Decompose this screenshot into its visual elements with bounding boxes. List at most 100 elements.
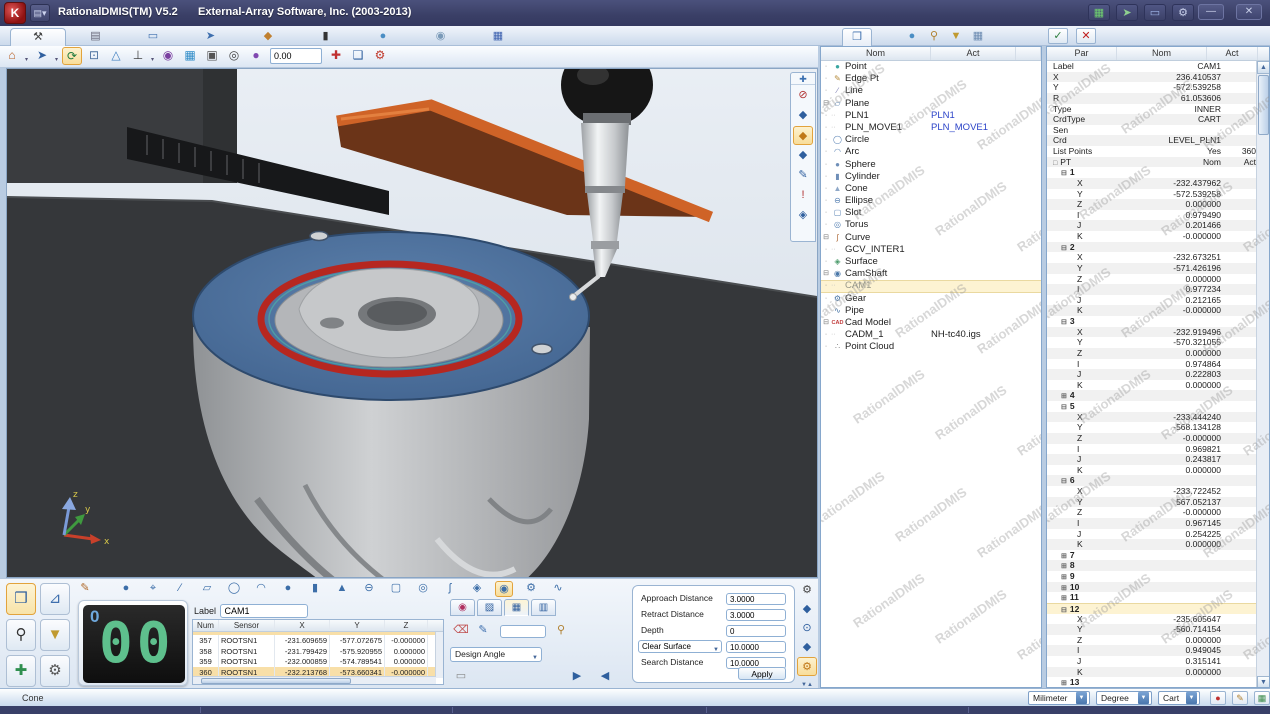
scroll-down-icon[interactable]: ▼ <box>1257 676 1270 688</box>
export-grid-icon[interactable]: ▦ <box>968 28 988 46</box>
pt-group-10[interactable]: ⊞10 <box>1047 582 1258 593</box>
offset-input[interactable] <box>270 48 322 64</box>
tree-item-ellipse[interactable]: ·⊖Ellipse <box>821 195 1041 207</box>
prop-row-j[interactable]: J0.254225 <box>1047 529 1258 540</box>
pipe-feature-icon[interactable]: ∿ <box>549 581 567 597</box>
tree-item-cadm-1[interactable]: ···CADM_1NH-tc40.igs <box>821 329 1041 341</box>
sensor-col-z[interactable]: Z <box>385 620 428 631</box>
pt-group-7[interactable]: ⊞7 <box>1047 550 1258 561</box>
sensor-col-x[interactable]: X <box>275 620 330 631</box>
point-feature-icon[interactable]: ● <box>117 581 135 597</box>
status-color-icon[interactable]: ▦ <box>1254 691 1270 705</box>
tab-sphere[interactable]: ● <box>355 28 411 46</box>
probe-down-icon[interactable]: ◆ <box>797 600 817 619</box>
sensor-hscroll-thumb[interactable] <box>201 678 351 684</box>
prop-row-x[interactable]: X-235.605647 <box>1047 614 1258 625</box>
depth-input[interactable] <box>726 625 786 637</box>
level-tool-button[interactable]: ⊿ <box>40 583 70 615</box>
shield-icon[interactable]: ▼ <box>946 28 966 46</box>
status-ball-icon[interactable]: ● <box>1210 691 1226 705</box>
prop-row-j[interactable]: J0.243817 <box>1047 454 1258 465</box>
sphere-feature-icon[interactable]: ● <box>279 581 297 597</box>
prop-row-k[interactable]: K-0.000000 <box>1047 305 1258 316</box>
apply-button[interactable]: Apply <box>738 667 786 680</box>
camshaft-feature-icon[interactable]: ◉ <box>495 581 513 597</box>
pick-box-icon[interactable]: ❑ <box>348 47 368 65</box>
tree-item-pln-move1[interactable]: ···PLN_MOVE1PLN_MOVE1 <box>821 122 1041 134</box>
tree-item-gcv-inter1[interactable]: ···GCV_INTER1 <box>821 244 1041 256</box>
expand-icon[interactable]: ⊞ <box>1061 393 1067 400</box>
measure-mode-button[interactable]: ❒ <box>6 583 36 615</box>
probe-y-icon[interactable]: ⚲ <box>924 28 944 46</box>
tab-machine[interactable]: ⚒ <box>10 28 66 46</box>
zoom-window-icon[interactable]: ⊡ <box>84 47 104 65</box>
expand-icon[interactable]: ⊞ <box>1061 563 1067 570</box>
clear-surface-input[interactable] <box>726 641 786 653</box>
edit-grid-icon[interactable]: ✎ <box>474 623 492 639</box>
tree-item-line[interactable]: ·∕Line <box>821 85 1041 97</box>
collapse-icon[interactable]: ⊟ <box>1061 245 1067 252</box>
circle-feature-icon[interactable]: ◯ <box>225 581 243 597</box>
close-button[interactable]: ✕ <box>1236 4 1262 20</box>
eraser-icon[interactable]: ⌫ <box>452 623 470 639</box>
tree-item-circle[interactable]: ·◯Circle <box>821 134 1041 146</box>
pt-group-11[interactable]: ⊞11 <box>1047 592 1258 603</box>
tab-disc[interactable]: ◉ <box>413 28 469 46</box>
expand-icon[interactable]: ⊞ <box>1061 574 1067 581</box>
tree-item-surface[interactable]: ·◈Surface <box>821 256 1041 268</box>
sensor-hscrollbar[interactable] <box>193 676 436 684</box>
prop-row-j[interactable]: J0.201466 <box>1047 220 1258 231</box>
view-eye-icon[interactable]: ◉ <box>158 47 178 65</box>
surface-feature-icon[interactable]: ◈ <box>468 581 486 597</box>
render-mode-icon[interactable]: ▦ <box>180 47 200 65</box>
tree-item-cad-model[interactable]: ⊟CADCad Model <box>821 317 1041 329</box>
pt-group-9[interactable]: ⊞9 <box>1047 571 1258 582</box>
crosshair-icon[interactable]: ✚ <box>326 47 346 65</box>
pt-group-1[interactable]: ⊟1 <box>1047 167 1258 178</box>
scroll-up-icon[interactable]: ▲ <box>1257 61 1270 74</box>
menu-icon[interactable]: ▤▾ <box>30 4 50 22</box>
gear-feature-icon[interactable]: ⚙ <box>522 581 540 597</box>
play-left-icon[interactable]: ◀ <box>596 669 614 685</box>
tree-item-torus[interactable]: ·◎Torus <box>821 219 1041 231</box>
tree-item-pln1[interactable]: ···PLN1PLN1 <box>821 110 1041 122</box>
viewport-3d[interactable]: x y z <box>6 68 818 578</box>
line-feature-icon[interactable]: ∕ <box>171 581 189 597</box>
checkbox-icon[interactable]: □ <box>1053 160 1057 167</box>
collapse-icon[interactable]: ⊟ <box>1061 170 1067 177</box>
tree-item-edge-pt[interactable]: ·✎Edge Pt <box>821 73 1041 85</box>
prop-row-k[interactable]: K0.000000 <box>1047 380 1258 391</box>
machine-hand-icon[interactable]: ⚙ <box>1172 4 1194 21</box>
prop-row-x[interactable]: X236.410537 <box>1047 72 1258 83</box>
pt-group-5[interactable]: ⊟5 <box>1047 401 1258 412</box>
tree-item-slot[interactable]: ·▢Slot <box>821 207 1041 219</box>
select-cursor-icon[interactable]: ➤▾ <box>32 47 52 65</box>
prop-row-k[interactable]: K0.000000 <box>1047 667 1258 678</box>
measure-tools-icon[interactable]: ✎ <box>76 581 94 597</box>
prop-row-i[interactable]: I0.949045 <box>1047 645 1258 656</box>
prop-row-crdtype[interactable]: CrdTypeCART <box>1047 114 1258 125</box>
prop-row-x[interactable]: X-232.437962 <box>1047 178 1258 189</box>
prop-row-j[interactable]: J0.212165 <box>1047 295 1258 306</box>
tree-item-cone[interactable]: ·▲Cone <box>821 183 1041 195</box>
prop-row-i[interactable]: I0.979490 <box>1047 210 1258 221</box>
prop-row-crd[interactable]: CrdLEVEL_PLN1 <box>1047 135 1258 146</box>
toolbox-button[interactable]: ▼ <box>40 619 70 651</box>
tree-item-point[interactable]: ·●Point <box>821 61 1041 73</box>
status-pen-icon[interactable]: ✎ <box>1232 691 1248 705</box>
retract-distance-input[interactable] <box>726 609 786 621</box>
clear-surface-select[interactable]: Clear Surface▼ <box>638 640 722 653</box>
prop-row-y[interactable]: Y-560.714154 <box>1047 624 1258 635</box>
prop-row-i[interactable]: I0.974864 <box>1047 359 1258 370</box>
tree-item-curve[interactable]: ⊟ʃCurve <box>821 232 1041 244</box>
prop-row-z[interactable]: Z0.000000 <box>1047 635 1258 646</box>
play-right-icon[interactable]: ▶ <box>568 669 586 685</box>
monitor-z-icon[interactable]: ▭ <box>1144 4 1166 21</box>
cad-view-icon[interactable]: △ <box>106 47 126 65</box>
plane-feature-icon[interactable]: ▱ <box>198 581 216 597</box>
prop-row-y[interactable]: Y-570.321055 <box>1047 337 1258 348</box>
tab-window[interactable]: ▭ <box>125 28 181 46</box>
filter-input[interactable] <box>500 625 546 638</box>
prop-row-x[interactable]: X-233.722452 <box>1047 486 1258 497</box>
prop-row-y[interactable]: Y-572.539258 <box>1047 189 1258 200</box>
